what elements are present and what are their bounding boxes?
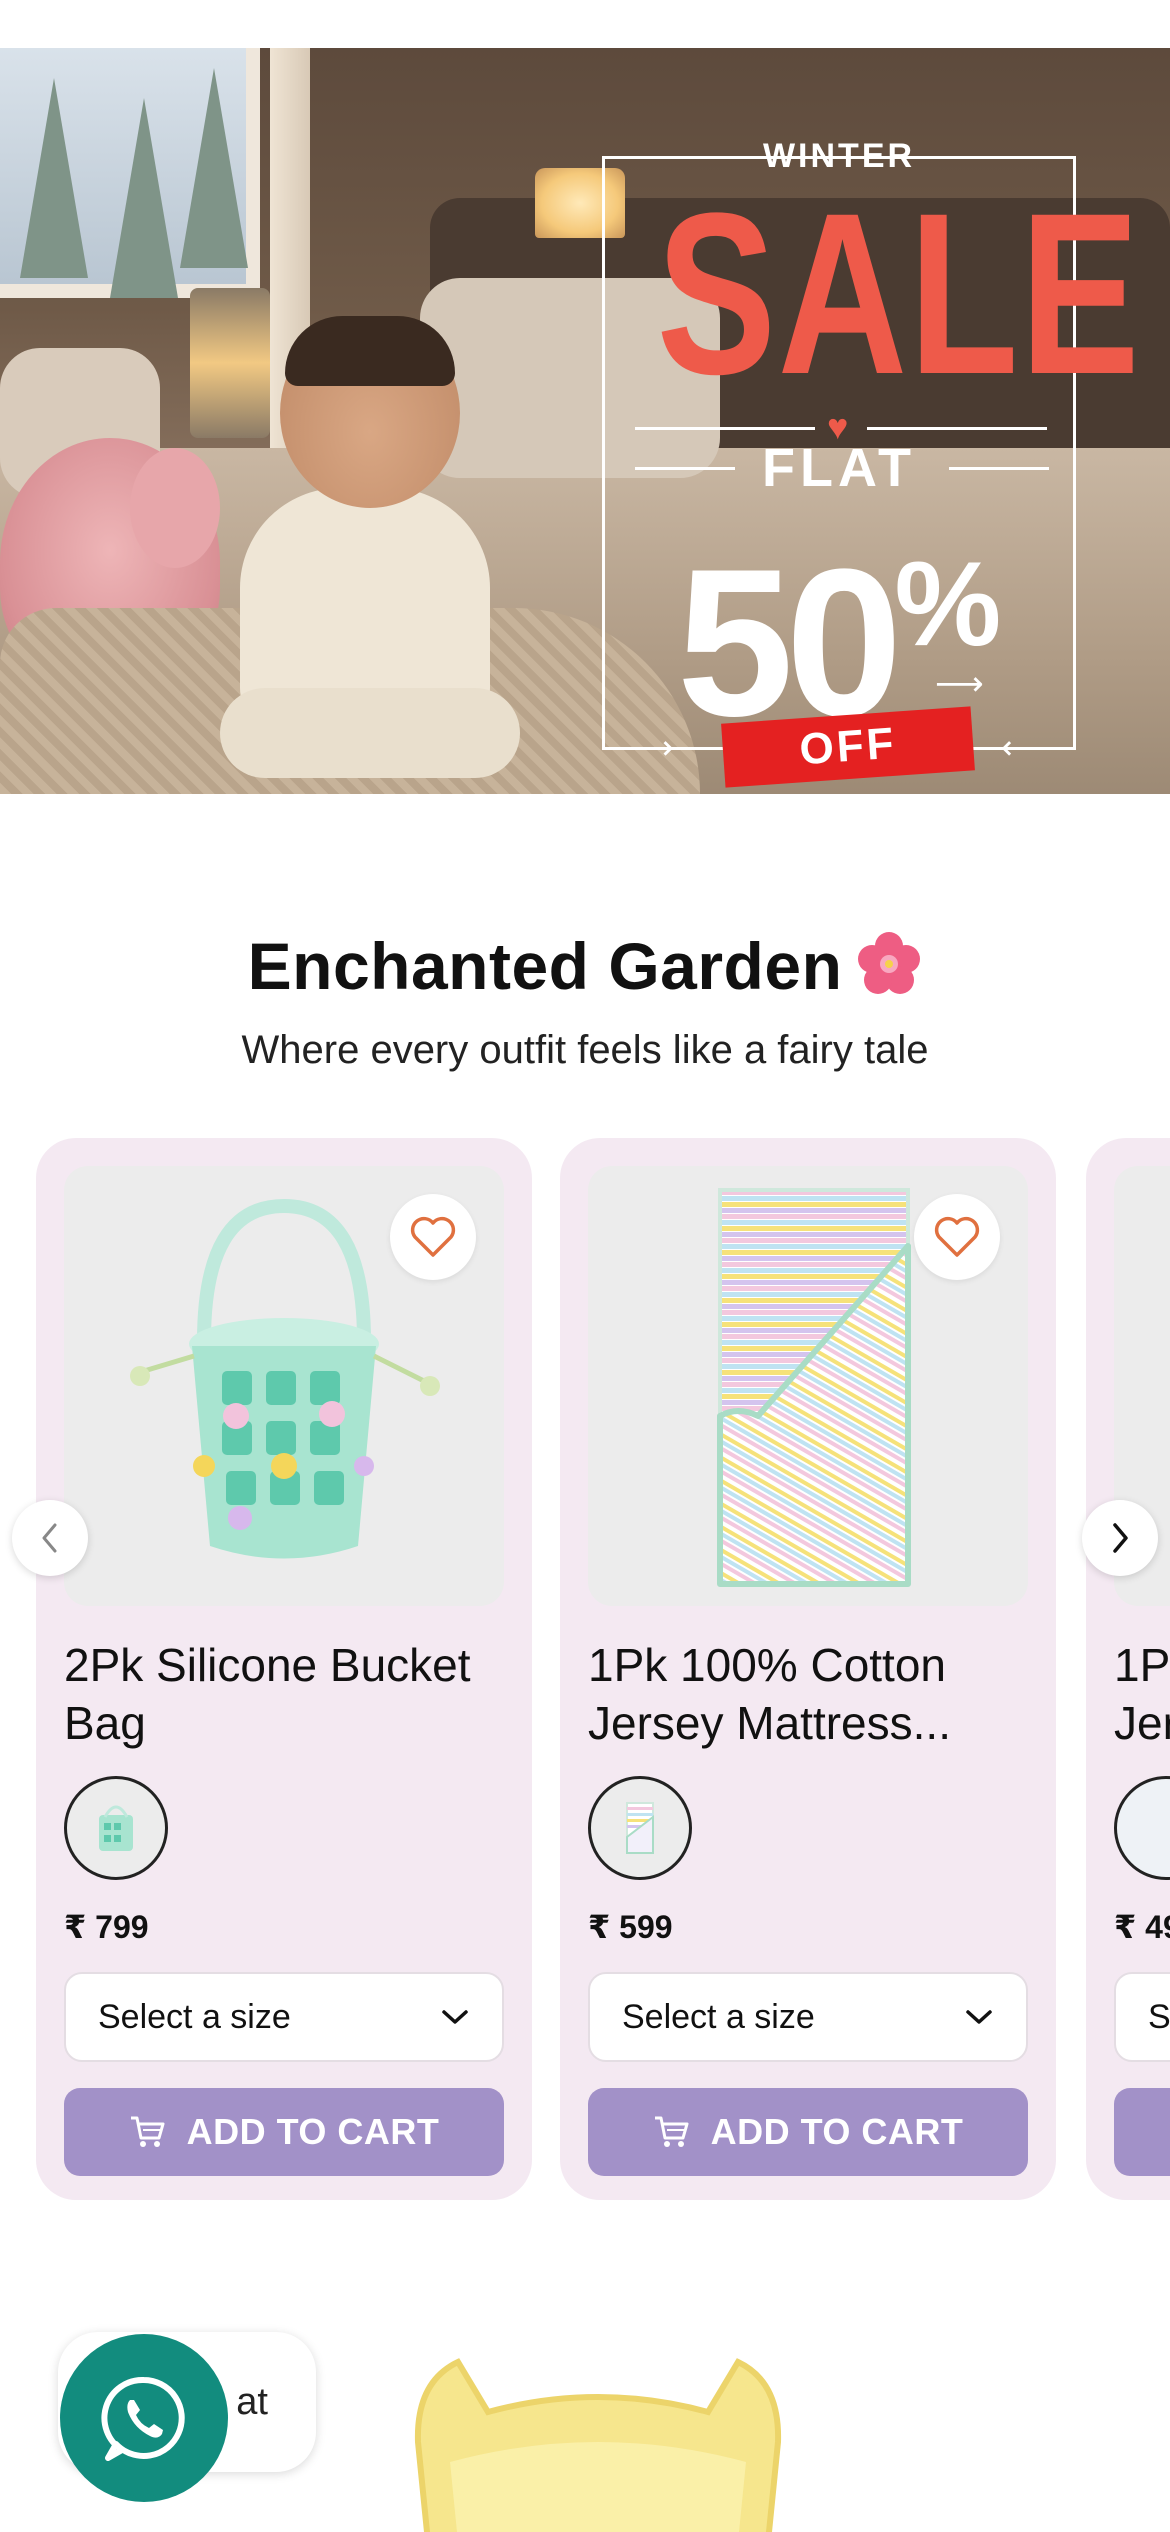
size-dropdown[interactable]: Se xyxy=(1114,1972,1170,2062)
whatsapp-button[interactable] xyxy=(60,2334,228,2502)
carousel-next-button[interactable] xyxy=(1082,1500,1158,1576)
size-placeholder: Select a size xyxy=(98,1997,291,2036)
product-carousel[interactable]: 2Pk Silicone Bucket Bag ₹ 799 Select a s… xyxy=(0,1138,1170,2204)
add-to-cart-button[interactable] xyxy=(1114,2088,1170,2176)
carousel-prev-button[interactable] xyxy=(12,1500,88,1576)
chevron-down-icon xyxy=(966,2010,992,2024)
product-card[interactable]: 2Pk Silicone Bucket Bag ₹ 799 Select a s… xyxy=(36,1138,532,2200)
arrow-right-icon: ⟶ xyxy=(935,665,984,703)
color-swatch[interactable] xyxy=(1114,1776,1170,1880)
product-name[interactable]: 1Pk Jer xyxy=(1114,1636,1170,1752)
sale-percent: 50% xyxy=(676,525,1002,760)
size-placeholder: Select a size xyxy=(622,1997,815,2036)
size-dropdown[interactable]: Select a size xyxy=(588,1972,1028,2062)
cherry-blossom-icon xyxy=(858,932,921,994)
sale-frame: WINTER SALE ♥ FLAT 50% ⟶ ⟶ ⟵ OFF xyxy=(602,137,1142,788)
product-card[interactable]: 1Pk Jer ₹ 49 Se xyxy=(1086,1138,1170,2200)
chat-label: at xyxy=(236,2380,268,2423)
chevron-left-icon xyxy=(42,1523,57,1553)
sale-title: SALE xyxy=(656,165,1142,422)
arrow-left-icon: ⟵ xyxy=(1001,729,1050,767)
product-price: ₹ 49 xyxy=(1114,1909,1170,1945)
product-name[interactable]: 1Pk 100% Cotton Jersey Mattress... xyxy=(588,1636,1028,1752)
heart-icon xyxy=(934,1216,980,1257)
size-placeholder: Se xyxy=(1148,1997,1170,2036)
product-card[interactable]: 1Pk 100% Cotton Jersey Mattress... ₹ 599… xyxy=(560,1138,1056,2200)
cat-bowl-product-image xyxy=(414,2358,782,2532)
snowy-window xyxy=(0,48,260,298)
arrow-right-icon: ⟶ xyxy=(625,729,674,767)
whatsapp-icon xyxy=(101,2376,185,2461)
size-dropdown[interactable]: Select a size xyxy=(64,1972,504,2062)
product-price: ₹ 799 xyxy=(64,1909,149,1945)
cart-icon xyxy=(130,2116,165,2147)
product-price: ₹ 599 xyxy=(588,1909,673,1945)
wishlist-button[interactable] xyxy=(914,1194,1000,1280)
lantern xyxy=(190,288,270,438)
product-name[interactable]: 2Pk Silicone Bucket Bag xyxy=(64,1636,504,1752)
add-to-cart-button[interactable]: ADD TO CART xyxy=(64,2088,504,2176)
add-to-cart-button[interactable]: ADD TO CART xyxy=(588,2088,1028,2176)
cart-icon xyxy=(654,2116,689,2147)
chevron-down-icon xyxy=(442,2010,468,2024)
section-subtitle: Where every outfit feels like a fairy ta… xyxy=(241,1028,929,1072)
wishlist-button[interactable] xyxy=(390,1194,476,1280)
color-swatch[interactable] xyxy=(588,1776,692,1880)
heart-icon xyxy=(410,1216,456,1257)
section-title: Enchanted Garden xyxy=(0,928,1170,1004)
color-swatch[interactable] xyxy=(64,1776,168,1880)
winter-sale-banner[interactable]: WINTER SALE ♥ FLAT 50% ⟶ ⟶ ⟵ OFF xyxy=(0,48,1170,794)
chevron-right-icon xyxy=(1113,1523,1128,1553)
